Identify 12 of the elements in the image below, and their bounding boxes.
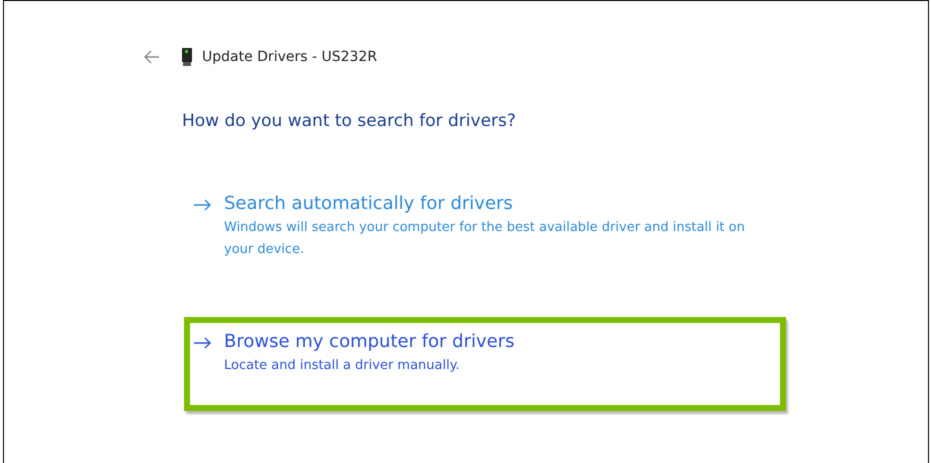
option-link[interactable]: Browse my computer for drivers Locate and install a driver manually. [184,317,786,411]
option-description: Windows will search your computer for the best available driver and install it on your device. [224,219,746,259]
arrow-icon [194,337,212,349]
option-link[interactable]: Search automatically for drivers Windows will search your computer for the best available driver and install it on your device. [190,191,750,261]
back-icon[interactable] [144,50,160,64]
device-icon [182,48,192,66]
option-title: Browse my computer for drivers [224,330,516,354]
option-description: Locate and install a driver manually. [224,357,461,375]
arrow-icon [194,199,212,211]
option-title: Search automatically for drivers [224,192,514,216]
window-title: Update Drivers - US232R [202,49,378,65]
page-heading: How do you want to search for drivers? [182,111,517,131]
